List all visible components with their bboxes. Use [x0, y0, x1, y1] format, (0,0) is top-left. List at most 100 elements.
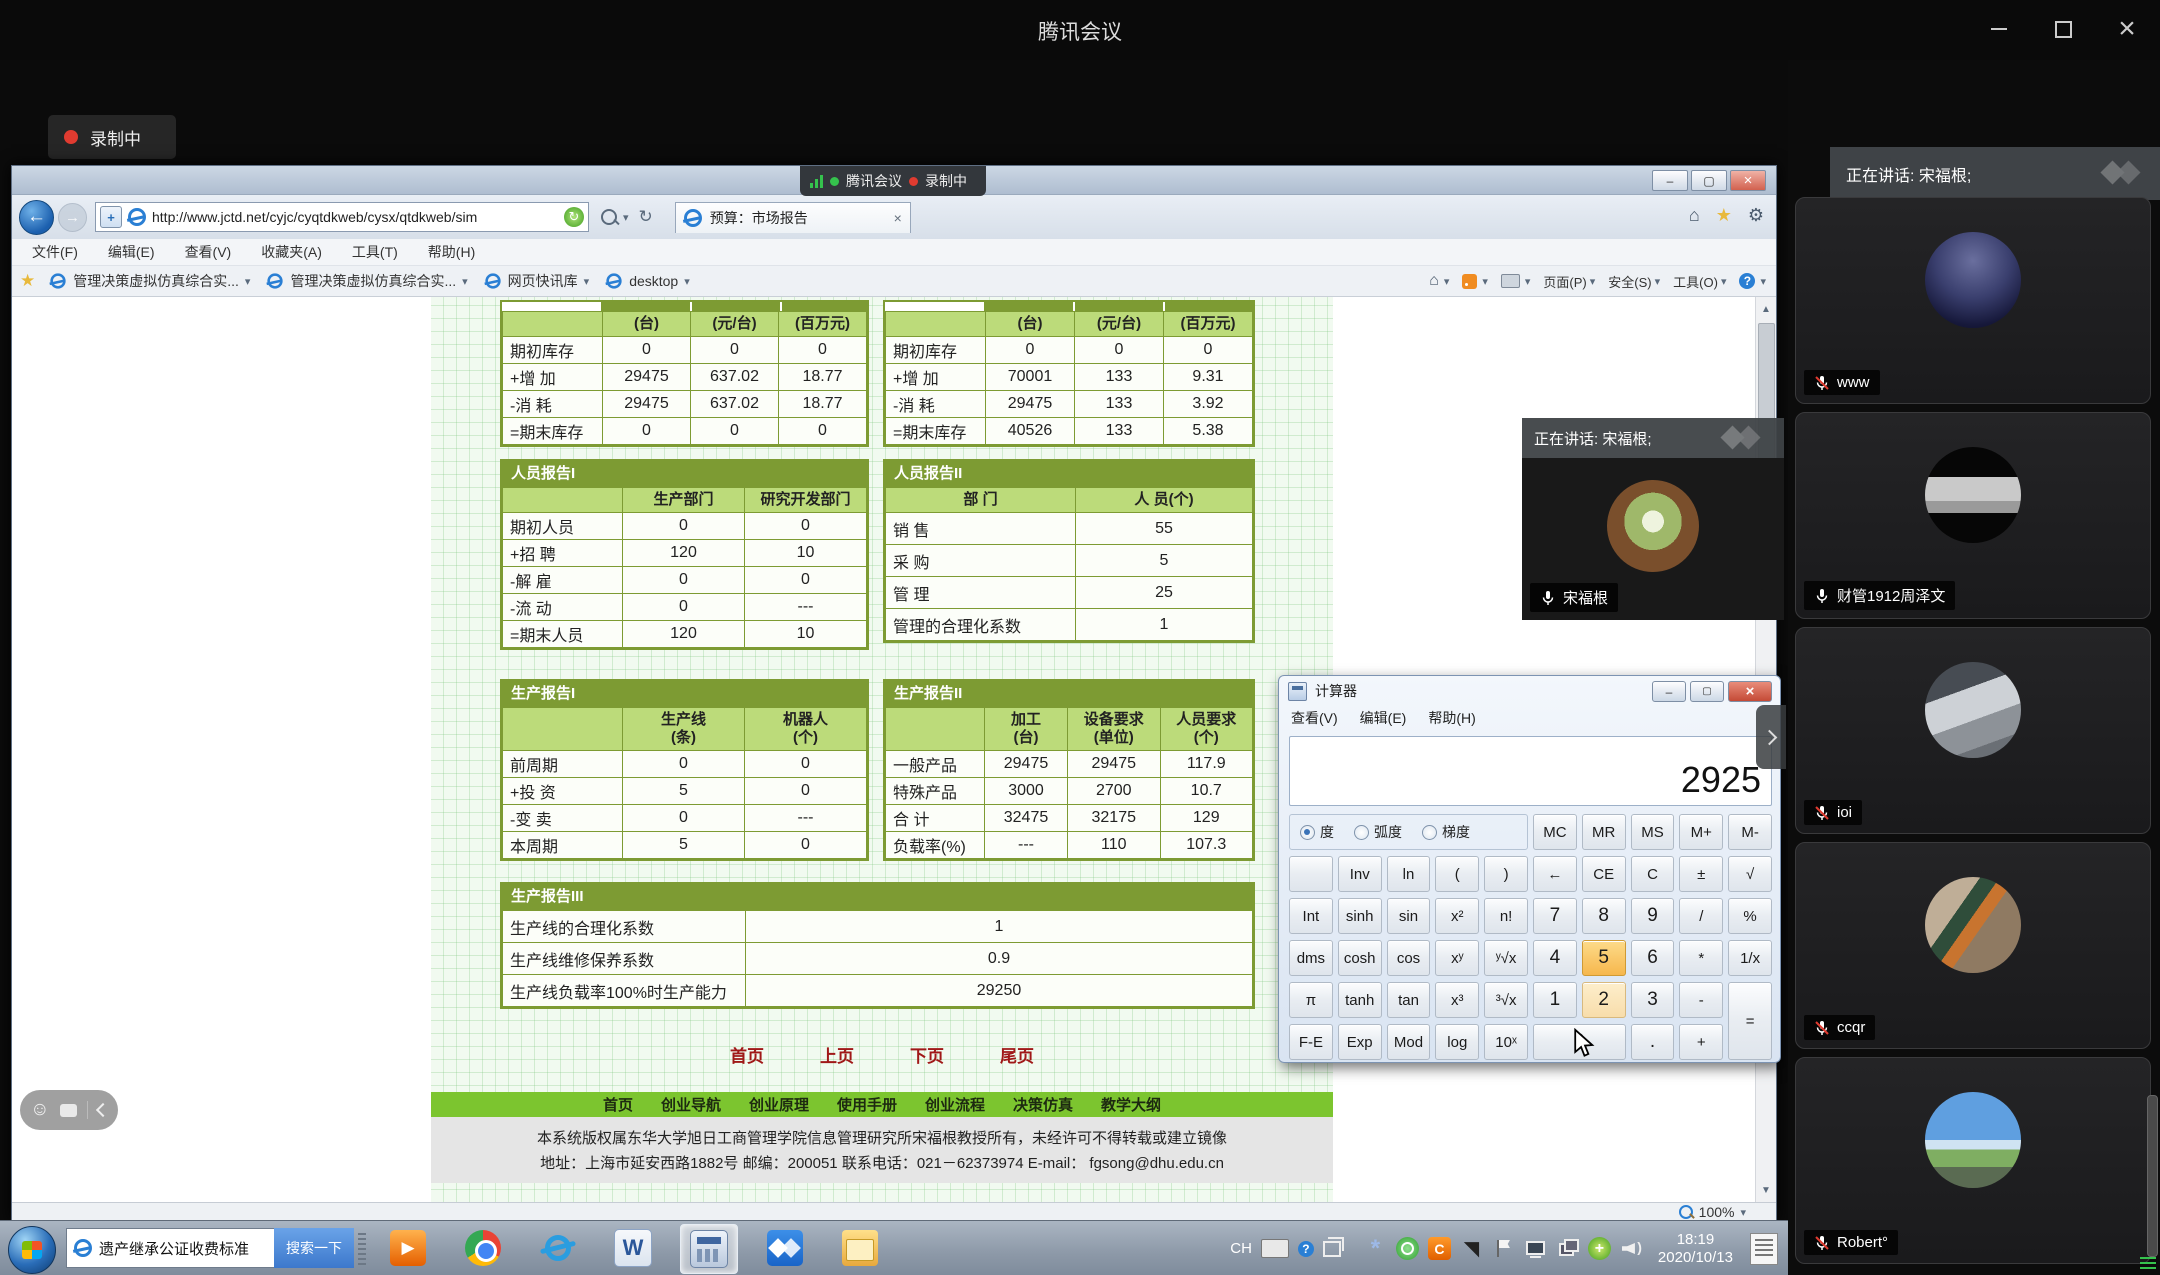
menu-item[interactable]: 收藏夹(A)	[261, 242, 322, 262]
calc-button-π[interactable]: π	[1289, 982, 1333, 1018]
taskbar-app-button[interactable]: ▶	[380, 1224, 436, 1272]
command-item[interactable]: 页面(P)	[1543, 272, 1595, 291]
tray-icon[interactable]	[1556, 1237, 1579, 1260]
gear-icon[interactable]	[1748, 205, 1764, 226]
pager-link[interactable]: 下页	[910, 1042, 944, 1067]
rss-feed-icon[interactable]	[1462, 274, 1477, 289]
pager-link[interactable]: 首页	[730, 1042, 764, 1067]
search-icon[interactable]	[601, 209, 617, 225]
scroll-down-icon[interactable]	[1756, 1180, 1776, 1200]
keyboard-icon[interactable]	[1261, 1239, 1289, 1258]
site-nav-item[interactable]: 使用手册	[837, 1094, 897, 1115]
site-nav-item[interactable]: 教学大纲	[1101, 1094, 1161, 1115]
calc-button-2[interactable]: 2	[1582, 982, 1626, 1018]
caret-down-icon[interactable]	[1525, 275, 1531, 288]
calc-button-tanh[interactable]: tanh	[1338, 982, 1382, 1018]
taskbar-app-button[interactable]	[530, 1224, 586, 1272]
calc-button-MC[interactable]: MC	[1533, 814, 1577, 850]
angle-mode-radio[interactable]: 度	[1300, 822, 1334, 842]
menu-item[interactable]: 工具(T)	[352, 242, 398, 262]
calc-button-dms[interactable]: dms	[1289, 940, 1333, 976]
calc-button-Exp[interactable]: Exp	[1338, 1024, 1382, 1060]
minimize-icon[interactable]	[1652, 681, 1686, 702]
calc-button-8[interactable]: 8	[1582, 898, 1626, 934]
menu-item[interactable]: 编辑(E)	[108, 242, 155, 262]
caret-down-icon[interactable]	[1444, 275, 1450, 288]
caret-down-icon[interactable]	[1482, 275, 1488, 288]
calc-button-7[interactable]: 7	[1533, 898, 1577, 934]
calc-button-√[interactable]: √	[1728, 856, 1772, 892]
calculator-titlebar[interactable]: 计算器	[1279, 676, 1780, 706]
calc-button-x²[interactable]: x²	[1435, 898, 1479, 934]
site-nav-item[interactable]: 首页	[603, 1094, 633, 1115]
zoom-widget[interactable]: 100%	[1679, 1204, 1746, 1220]
pager-link[interactable]: 尾页	[1000, 1042, 1034, 1067]
caret-down-icon[interactable]	[1740, 1206, 1746, 1219]
calculator-menu-item[interactable]: 编辑(E)	[1360, 708, 1407, 728]
calc-button-M-[interactable]: M-	[1728, 814, 1772, 850]
calc-button-ln[interactable]: ln	[1387, 856, 1431, 892]
reaction-pill[interactable]	[20, 1090, 118, 1130]
calc-button-Inv[interactable]: Inv	[1338, 856, 1382, 892]
calc-button-1[interactable]: 1	[1533, 982, 1577, 1018]
calc-button-cosh[interactable]: cosh	[1338, 940, 1382, 976]
show-hidden-icons[interactable]	[1323, 1241, 1341, 1257]
calc-button-Mod[interactable]: Mod	[1387, 1024, 1431, 1060]
tab-close-icon[interactable]	[894, 210, 902, 226]
taskbar-app-button[interactable]	[680, 1224, 738, 1274]
search-dropdown-icon[interactable]	[623, 211, 629, 224]
maximize-icon[interactable]	[1690, 681, 1724, 702]
start-button[interactable]	[8, 1226, 56, 1274]
back-button[interactable]	[19, 200, 54, 235]
refresh-icon[interactable]	[639, 207, 653, 227]
favorites-star-icon[interactable]	[20, 271, 35, 291]
compatibility-icon[interactable]	[564, 207, 584, 227]
forward-button[interactable]	[58, 203, 87, 232]
help-icon[interactable]	[1739, 273, 1755, 289]
site-nav-item[interactable]: 创业导航	[661, 1094, 721, 1115]
calc-button-M+[interactable]: M+	[1679, 814, 1723, 850]
show-desktop-button[interactable]	[1750, 1233, 1778, 1265]
favorite-item[interactable]: 网页快讯库	[484, 271, 590, 291]
caret-down-icon[interactable]	[1760, 275, 1766, 288]
participant-tile[interactable]: ioi	[1795, 627, 2151, 834]
calc-button-blank[interactable]	[1289, 856, 1333, 892]
url-text[interactable]: http://www.jctd.net/cyjc/cyqtdkweb/cysx/…	[152, 209, 558, 225]
close-icon[interactable]	[1730, 170, 1766, 191]
calc-button-MR[interactable]: MR	[1582, 814, 1626, 850]
calc-button-n![interactable]: n!	[1484, 898, 1528, 934]
minimize-icon[interactable]	[1652, 170, 1688, 191]
chat-icon[interactable]	[60, 1104, 77, 1117]
favorite-item[interactable]: 管理决策虚拟仿真综合实...	[266, 271, 467, 291]
site-nav-item[interactable]: 创业流程	[925, 1094, 985, 1115]
favorite-item[interactable]: 管理决策虚拟仿真综合实...	[49, 271, 250, 291]
tray-icon[interactable]	[1396, 1237, 1419, 1260]
calc-button-6[interactable]: 6	[1631, 940, 1675, 976]
calc-button-cos[interactable]: cos	[1387, 940, 1431, 976]
tray-icon[interactable]	[1620, 1237, 1643, 1260]
calc-button-+[interactable]: +	[1679, 1024, 1723, 1060]
speaker-tile[interactable]: 宋福根	[1522, 458, 1784, 620]
calc-button-C[interactable]: C	[1631, 856, 1675, 892]
search-input-text[interactable]: 遗产继承公证收费标准	[99, 1238, 267, 1259]
calc-button-3[interactable]: 3	[1631, 982, 1675, 1018]
tray-icon[interactable]	[1492, 1237, 1515, 1260]
command-item[interactable]: 安全(S)	[1608, 272, 1660, 291]
calc-button-=[interactable]: =	[1728, 982, 1772, 1060]
calc-button-←[interactable]: ←	[1533, 856, 1577, 892]
calc-button-1/x[interactable]: 1/x	[1728, 940, 1772, 976]
taskbar-app-button[interactable]	[757, 1224, 813, 1272]
calc-button-.[interactable]: .	[1631, 1024, 1675, 1060]
menu-item[interactable]: 文件(F)	[32, 242, 78, 262]
angle-mode-radio[interactable]: 弧度	[1354, 822, 1402, 842]
calc-button-³√x[interactable]: ³√x	[1484, 982, 1528, 1018]
participant-tile[interactable]: 财管1912周泽文	[1795, 412, 2151, 619]
collapse-left-icon[interactable]	[96, 1103, 110, 1117]
tray-icon[interactable]	[1524, 1237, 1547, 1260]
tray-icon[interactable]: C	[1428, 1237, 1451, 1260]
calc-button-F-E[interactable]: F-E	[1289, 1024, 1333, 1060]
taskbar-app-button[interactable]	[832, 1224, 888, 1272]
calc-button--[interactable]: -	[1679, 982, 1723, 1018]
calc-button-9[interactable]: 9	[1631, 898, 1675, 934]
home-icon[interactable]	[1689, 205, 1700, 226]
